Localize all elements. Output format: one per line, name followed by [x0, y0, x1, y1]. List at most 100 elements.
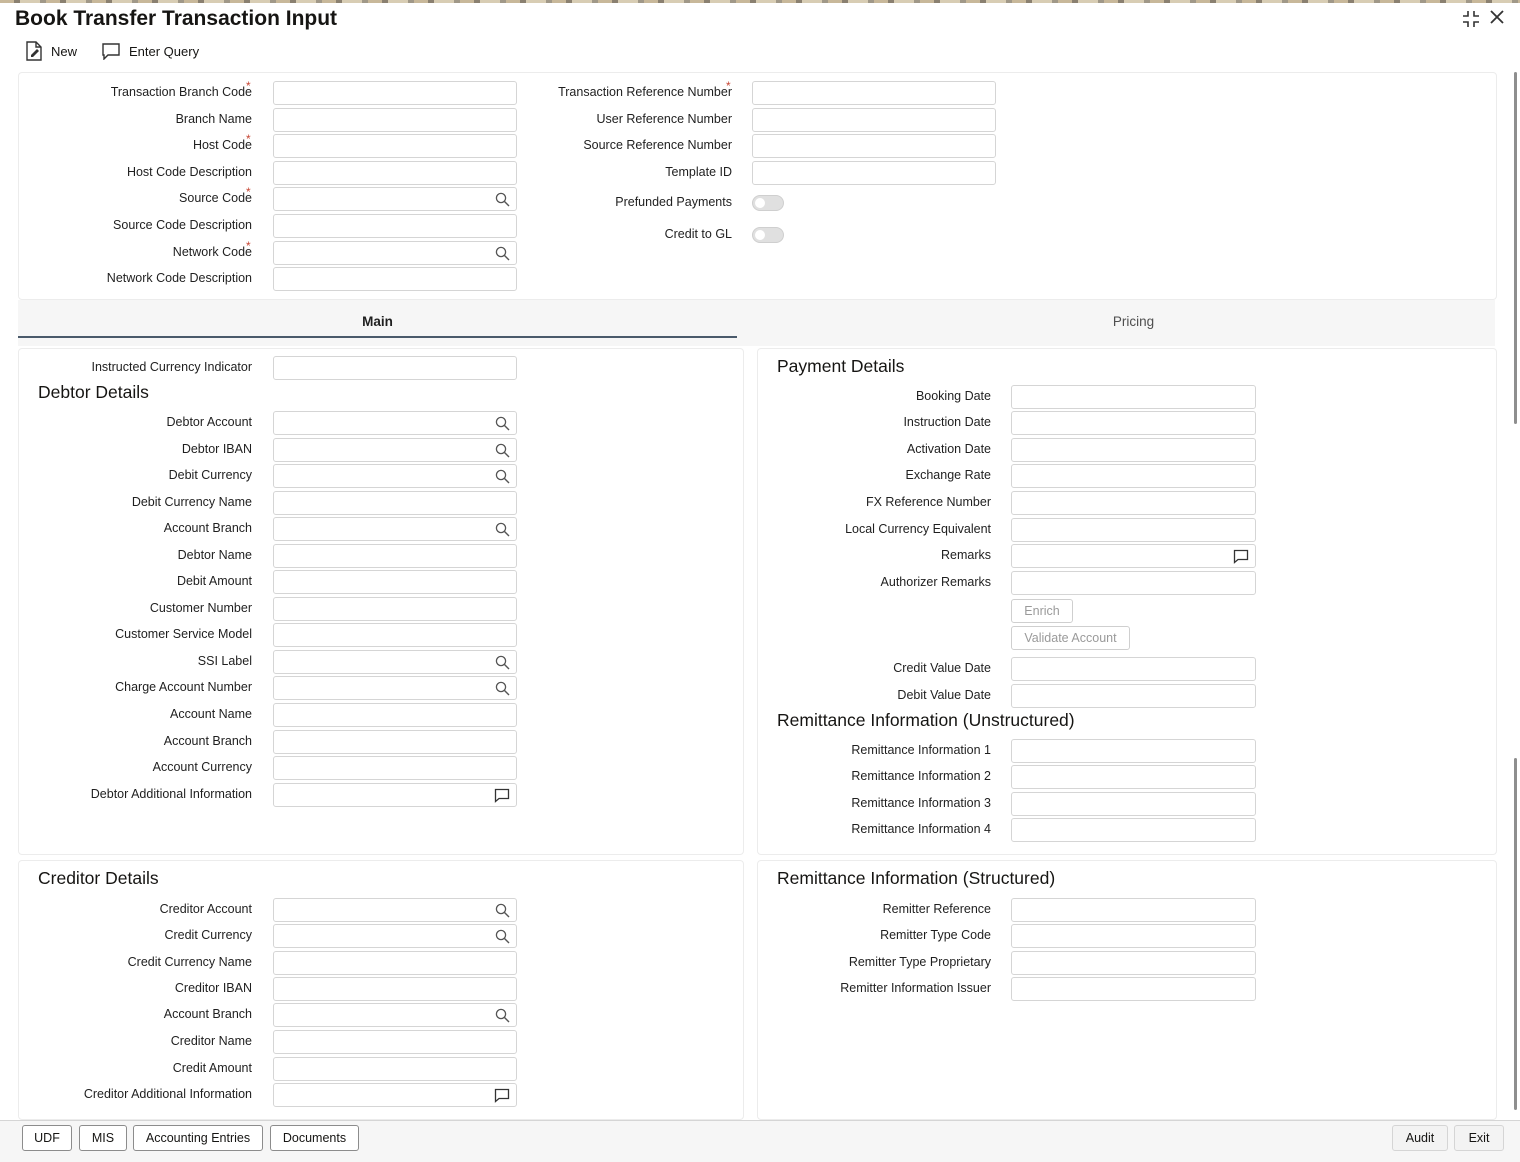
hdr-prefunded-payments-label: Prefunded Payments — [615, 195, 732, 209]
tab-pricing[interactable]: Pricing — [772, 314, 1495, 329]
creditor-creditor-account-input[interactable] — [273, 898, 517, 922]
payment-credit-value-date-input[interactable] — [1011, 657, 1256, 681]
payment-debit-value-date-input[interactable] — [1011, 684, 1256, 708]
remit-structured-remitter-information-issuer-input[interactable] — [1011, 977, 1256, 1001]
hdr-network-code-input[interactable] — [273, 241, 517, 265]
tab-main[interactable]: Main — [18, 314, 737, 329]
payment-local-currency-equivalent-input[interactable] — [1011, 518, 1256, 542]
debtor-charge-account-number-10-input[interactable] — [273, 676, 517, 700]
creditor-creditor-account-label: Creditor Account — [159, 902, 252, 916]
payment-booking-date-input[interactable] — [1011, 385, 1256, 409]
debtor-debtor-account-0-input[interactable] — [273, 411, 517, 435]
remit-structured-remitter-type-code-input[interactable] — [1011, 924, 1256, 948]
remit-unstructured-2-input[interactable] — [1011, 765, 1256, 789]
remit-unstructured-3-input[interactable] — [1011, 792, 1256, 816]
debtor-debit-currency-name-3-label: Debit Currency Name — [131, 495, 252, 509]
comment-icon[interactable] — [494, 1088, 510, 1108]
search-icon[interactable] — [495, 681, 510, 701]
hdr-network-code-description-input[interactable] — [273, 267, 517, 291]
creditor-creditor-iban-input[interactable] — [273, 977, 517, 1001]
scrollbar-thumb-upper[interactable] — [1514, 72, 1517, 424]
remit-unstructured-1-input[interactable] — [1011, 739, 1256, 763]
remit-structured-remitter-type-proprietary-input[interactable] — [1011, 951, 1256, 975]
debtor-customer-number-7-input[interactable] — [273, 597, 517, 621]
enter-query-button[interactable]: Enter Query — [101, 40, 199, 62]
creditor-account-branch-input[interactable] — [273, 1003, 517, 1027]
hdr-source-reference-number-input[interactable] — [752, 134, 996, 158]
debtor-account-branch-12-input[interactable] — [273, 730, 517, 754]
search-icon[interactable] — [495, 469, 510, 489]
payment-activation-date-label: Activation Date — [906, 442, 991, 456]
instructed-currency-indicator-input[interactable] — [273, 356, 517, 380]
creditor-credit-currency-input[interactable] — [273, 924, 517, 948]
search-icon[interactable] — [495, 1008, 510, 1028]
comment-icon[interactable] — [494, 788, 510, 808]
debtor-ssi-label-9-input[interactable] — [273, 650, 517, 674]
search-icon[interactable] — [495, 416, 510, 436]
hdr-transaction-reference-number-input[interactable] — [752, 81, 996, 105]
udf-button[interactable]: UDF — [22, 1125, 72, 1151]
minimize-icon[interactable] — [1461, 9, 1481, 34]
hdr-host-code-description-input[interactable] — [273, 161, 517, 185]
hdr-branch-name-input[interactable] — [273, 108, 517, 132]
payment-activation-date-input[interactable] — [1011, 438, 1256, 462]
payment-exchange-rate-label: Exchange Rate — [905, 468, 991, 482]
remit-structured-remitter-reference-input[interactable] — [1011, 898, 1256, 922]
payment-instruction-date-input[interactable] — [1011, 411, 1256, 435]
vertical-scrollbar[interactable] — [1512, 68, 1520, 1120]
scrollbar-thumb-lower[interactable] — [1514, 758, 1517, 1110]
hdr-host-code-input[interactable] — [273, 134, 517, 158]
debtor-account-name-11-input[interactable] — [273, 703, 517, 727]
hdr-template-id-input[interactable] — [752, 161, 996, 185]
payment-booking-date-label: Booking Date — [915, 389, 991, 403]
search-icon[interactable] — [495, 192, 510, 212]
search-icon[interactable] — [495, 443, 510, 463]
hdr-source-reference-number-label: Source Reference Number — [583, 138, 732, 152]
payment-exchange-rate-input[interactable] — [1011, 464, 1256, 488]
mis-button[interactable]: MIS — [79, 1125, 127, 1151]
documents-button[interactable]: Documents — [270, 1125, 359, 1151]
debtor-debit-currency-name-3-input[interactable] — [273, 491, 517, 515]
remit-structured-remitter-reference-label: Remitter Reference — [882, 902, 991, 916]
hdr-transaction-branch-code-input[interactable] — [273, 81, 517, 105]
comment-icon[interactable] — [1233, 549, 1249, 569]
new-label: New — [51, 43, 78, 59]
hdr-prefunded-payments-toggle[interactable] — [752, 195, 784, 211]
debtor-debit-currency-2-input[interactable] — [273, 464, 517, 488]
payment-authorizer-remarks-input[interactable] — [1011, 571, 1256, 595]
exit-button[interactable]: Exit — [1454, 1125, 1504, 1151]
debtor-debit-amount-6-input[interactable] — [273, 570, 517, 594]
debtor-customer-service-model-8-input[interactable] — [273, 623, 517, 647]
debtor-account-branch-12-label: Account Branch — [163, 734, 252, 748]
payment-fx-reference-number-input[interactable] — [1011, 491, 1256, 515]
creditor-creditor-additional-information-input[interactable] — [273, 1083, 517, 1107]
accounting-entries-button[interactable]: Accounting Entries — [133, 1125, 263, 1151]
search-icon[interactable] — [495, 522, 510, 542]
debtor-debtor-iban-1-input[interactable] — [273, 438, 517, 462]
creditor-credit-amount-input[interactable] — [273, 1057, 517, 1081]
payment-remarks-input[interactable] — [1011, 544, 1256, 568]
debtor-debtor-name-5-input[interactable] — [273, 544, 517, 568]
hdr-source-code-input[interactable] — [273, 187, 517, 211]
debtor-debtor-additional-information-14-input[interactable] — [273, 783, 517, 807]
search-icon[interactable] — [495, 246, 510, 266]
creditor-credit-currency-name-input[interactable] — [273, 951, 517, 975]
hdr-source-code-description-input[interactable] — [273, 214, 517, 238]
hdr-user-reference-number-input[interactable] — [752, 108, 996, 132]
debtor-account-currency-13-input[interactable] — [273, 756, 517, 780]
new-button[interactable]: New — [25, 40, 77, 62]
search-icon[interactable] — [495, 655, 510, 675]
remit-unstructured-4-input[interactable] — [1011, 818, 1256, 842]
search-icon[interactable] — [495, 929, 510, 949]
remit-unstructured-3-label: Remittance Information 3 — [851, 796, 991, 810]
enrich-button[interactable]: Enrich — [1011, 599, 1073, 623]
debtor-account-branch-4-input[interactable] — [273, 517, 517, 541]
audit-button[interactable]: Audit — [1392, 1125, 1448, 1151]
hdr-transaction-branch-code-label: Transaction Branch Code — [110, 85, 252, 99]
remit-unstructured-2-label: Remittance Information 2 — [851, 769, 991, 783]
hdr-credit-to-gl-toggle[interactable] — [752, 227, 784, 243]
search-icon[interactable] — [495, 903, 510, 923]
validate-account-button[interactable]: Validate Account — [1011, 626, 1130, 650]
close-icon[interactable] — [1489, 9, 1505, 30]
creditor-creditor-name-input[interactable] — [273, 1030, 517, 1054]
